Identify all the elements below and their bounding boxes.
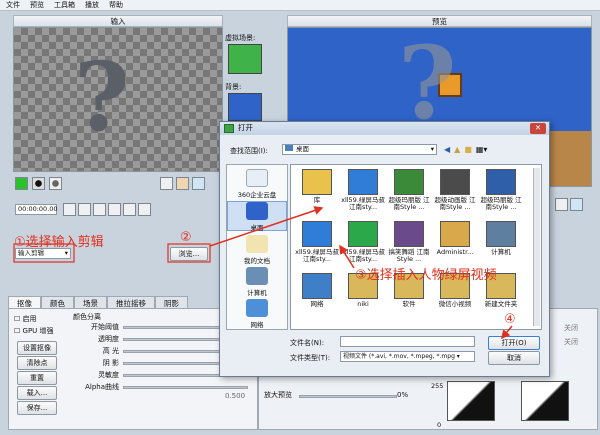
- annotation-arrows: [13, 206, 513, 340]
- annotation-box-browse: [167, 243, 211, 263]
- annotation-box-input: [13, 243, 75, 263]
- annotation-arrow-1: [209, 206, 324, 247]
- annotation-arrow-3: [501, 325, 513, 340]
- annotation-arrow-2: [339, 244, 355, 269]
